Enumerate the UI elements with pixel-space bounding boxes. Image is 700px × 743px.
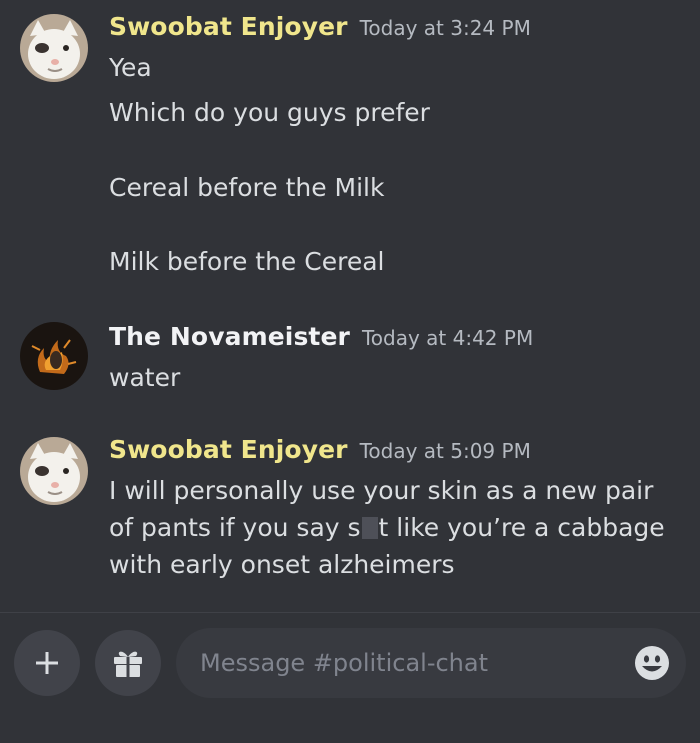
timestamp: Today at 5:09 PM [359, 439, 531, 463]
fire-avatar-icon [20, 322, 88, 390]
username[interactable]: The Novameister [109, 322, 350, 351]
message-composer [0, 613, 700, 743]
message-header: Swoobat Enjoyer Today at 3:24 PM [109, 12, 531, 41]
username[interactable]: Swoobat Enjoyer [109, 12, 348, 41]
gift-icon [114, 651, 142, 677]
spoiler[interactable] [361, 517, 378, 539]
avatar[interactable] [20, 14, 88, 82]
gift-button[interactable] [95, 630, 161, 696]
plus-icon [36, 652, 58, 674]
message-header: The Novameister Today at 4:42 PM [109, 322, 533, 351]
emoji-icon [635, 646, 669, 680]
timestamp: Today at 4:42 PM [361, 326, 534, 350]
message-line: water [109, 363, 181, 392]
white-cat-avatar-icon [20, 14, 88, 82]
message-line: Yea [109, 53, 152, 82]
message-list: Swoobat Enjoyer Today at 3:24 PM Yea Whic… [0, 0, 700, 612]
username[interactable]: Swoobat Enjoyer [109, 435, 348, 464]
avatar[interactable] [20, 437, 88, 505]
add-attachment-button[interactable] [14, 630, 80, 696]
message-text: I will personally use your skin as a new… [109, 472, 684, 583]
message-input-box [176, 628, 686, 698]
white-cat-avatar-icon [20, 437, 88, 505]
message-line: Which do you guys prefer [109, 98, 430, 127]
message-line: Cereal before the Milk [109, 173, 385, 202]
emoji-button[interactable] [634, 645, 670, 681]
timestamp: Today at 3:24 PM [359, 16, 531, 40]
message-header: Swoobat Enjoyer Today at 5:09 PM [109, 435, 531, 464]
avatar[interactable] [20, 322, 88, 390]
message-input[interactable] [200, 628, 620, 698]
message-line: Milk before the Cereal [109, 247, 385, 276]
